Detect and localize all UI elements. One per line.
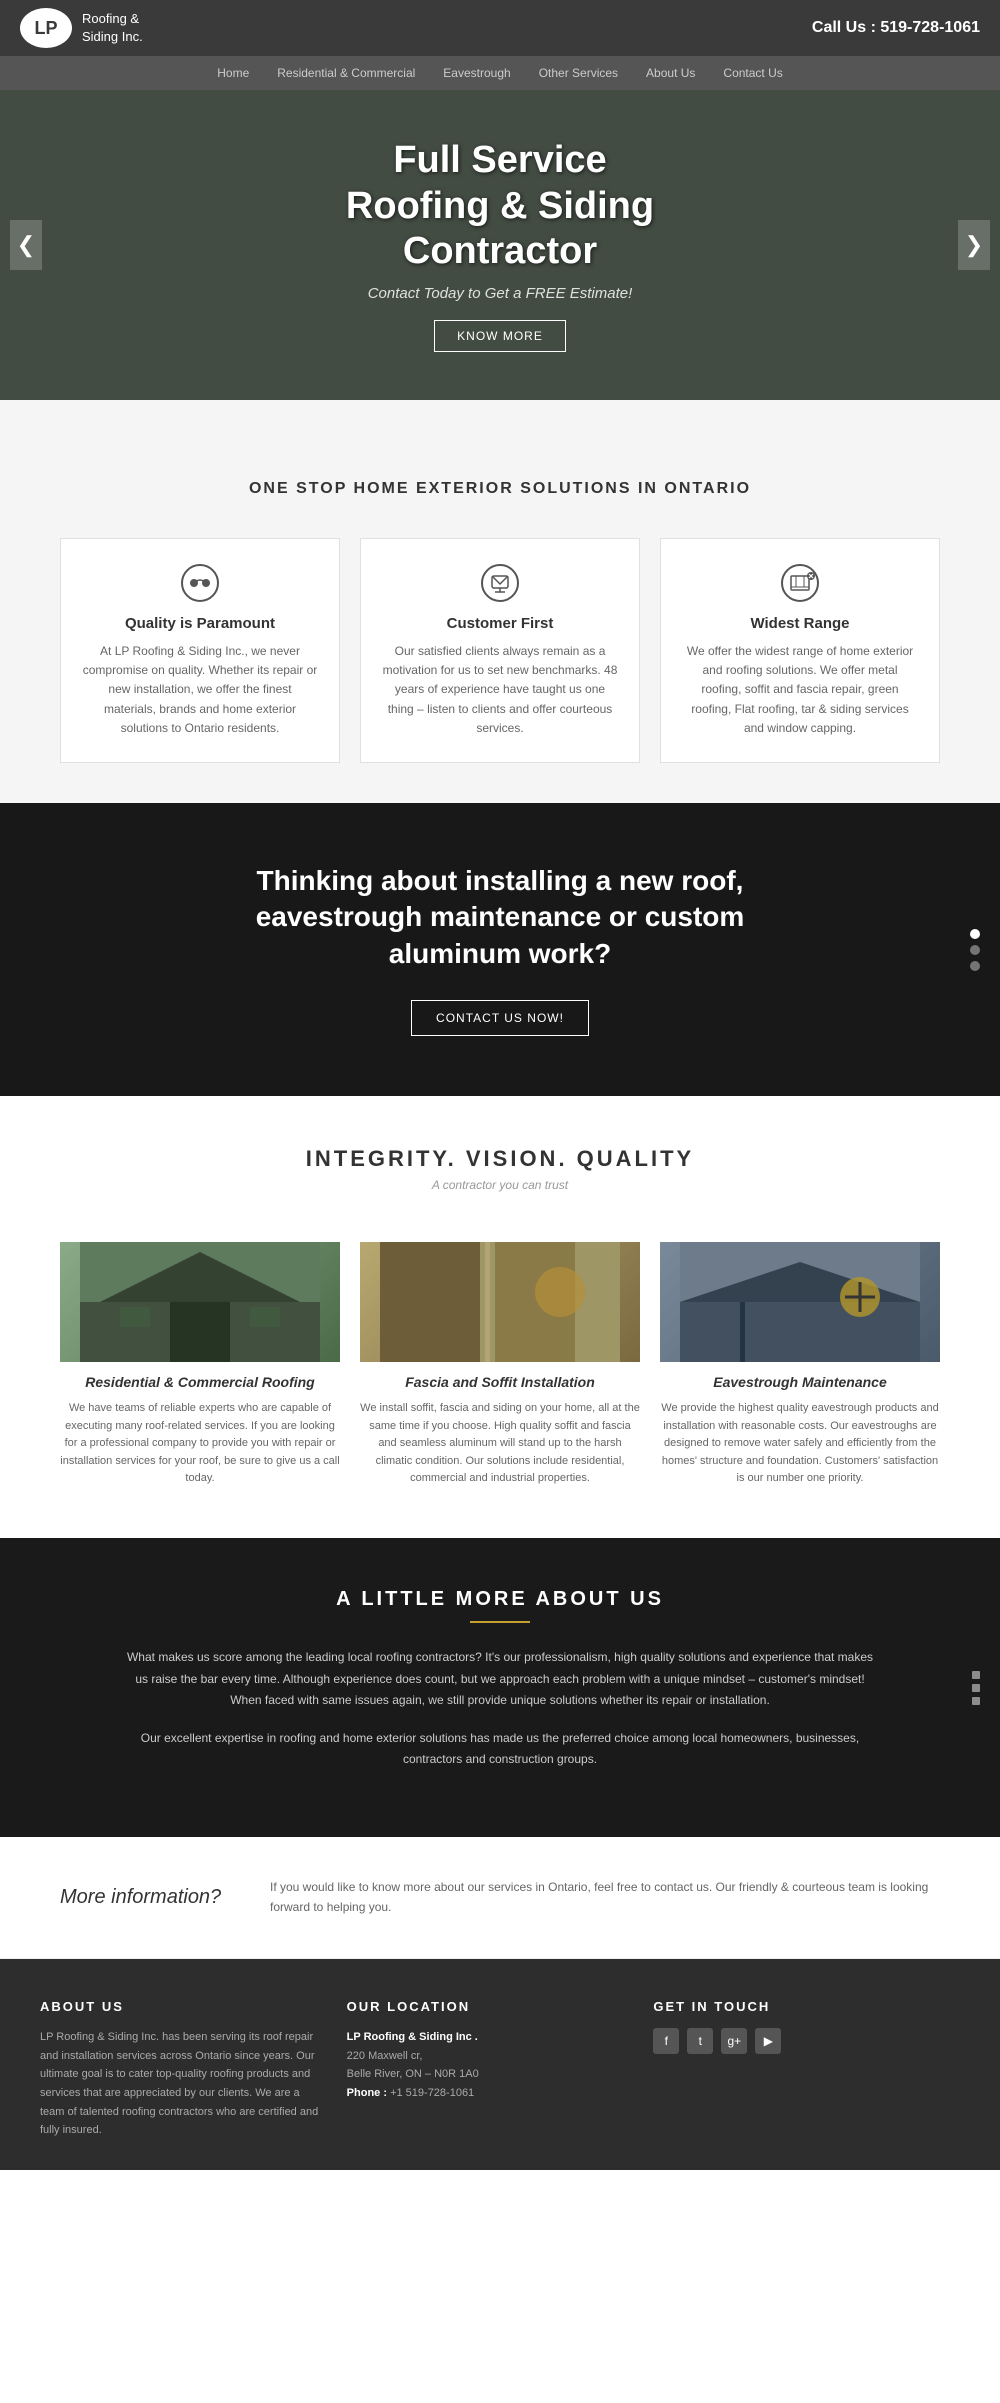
footer-location-title: OUR LOCATION (347, 1999, 634, 2014)
youtube-icon[interactable]: ▶ (755, 2028, 781, 2054)
nav-other-services[interactable]: Other Services (525, 56, 632, 90)
service-eavestrough-text: We provide the highest quality eavestrou… (660, 1400, 940, 1488)
twitter-icon[interactable]: t (687, 2028, 713, 2054)
service-roofing-title: Residential & Commercial Roofing (60, 1374, 340, 1390)
service-roofing: Residential & Commercial Roofing We have… (60, 1242, 340, 1488)
footer-city: Belle River, ON – N0R 1A0 (347, 2068, 479, 2080)
more-info-text: If you would like to know more about our… (270, 1877, 940, 1918)
card-range: Widest Range We offer the widest range o… (660, 538, 940, 763)
hero-subtitle: Contact Today to Get a FREE Estimate! (346, 285, 654, 302)
cta-section: Thinking about installing a new roof, ea… (0, 803, 1000, 1096)
more-info-label: More information? (60, 1886, 240, 1909)
googleplus-icon[interactable]: g+ (721, 2028, 747, 2054)
logo-icon: LP (20, 8, 72, 48)
navigation: Home Residential & Commercial Eavestroug… (0, 56, 1000, 90)
logo-text: Roofing &Siding Inc. (82, 10, 143, 46)
integrity-heading: INTEGRITY. VISION. QUALITY (40, 1146, 960, 1172)
integrity-subtitle: A contractor you can trust (40, 1178, 960, 1192)
nav-home[interactable]: Home (203, 56, 263, 90)
nav-contact[interactable]: Contact Us (709, 56, 796, 90)
section-tagline: ONE STOP HOME EXTERIOR SOLUTIONS IN ONTA… (0, 440, 1000, 518)
about-accent-line (470, 1621, 530, 1623)
facebook-icon[interactable]: f (653, 2028, 679, 2054)
service-eavestrough-image (660, 1242, 940, 1362)
header-phone: Call Us : 519-728-1061 (812, 19, 980, 37)
nav-eavestrough[interactable]: Eavestrough (429, 56, 524, 90)
dot-3 (970, 961, 980, 971)
quality-icon (81, 563, 319, 603)
about-para1: What makes us score among the leading lo… (125, 1647, 875, 1712)
footer-about: ABOUT US LP Roofing & Siding Inc. has be… (40, 1999, 347, 2140)
footer-location: OUR LOCATION LP Roofing & Siding Inc . 2… (347, 1999, 654, 2140)
service-roofing-text: We have teams of reliable experts who ar… (60, 1400, 340, 1488)
service-fascia-image (360, 1242, 640, 1362)
footer-phone: +1 519-728-1061 (390, 2087, 474, 2099)
nav-about[interactable]: About Us (632, 56, 709, 90)
services-row: Residential & Commercial Roofing We have… (0, 1222, 1000, 1538)
about-heading: A LITTLE MORE ABOUT US (80, 1588, 920, 1611)
footer: ABOUT US LP Roofing & Siding Inc. has be… (0, 1959, 1000, 2170)
footer-phone-label: Phone : (347, 2087, 387, 2099)
about-dot-1 (972, 1671, 980, 1679)
card-quality: Quality is Paramount At LP Roofing & Sid… (60, 538, 340, 763)
footer-about-title: ABOUT US (40, 1999, 327, 2014)
about-dot-2 (972, 1684, 980, 1692)
cards-row: Quality is Paramount At LP Roofing & Sid… (0, 518, 1000, 803)
footer-contact: GET IN TOUCH f t g+ ▶ (653, 1999, 960, 2140)
service-eavestrough-title: Eavestrough Maintenance (660, 1374, 940, 1390)
card-customer: Customer First Our satisfied clients alw… (360, 538, 640, 763)
about-section: A LITTLE MORE ABOUT US What makes us sco… (0, 1538, 1000, 1837)
customer-icon (381, 563, 619, 603)
cta-heading: Thinking about installing a new roof, ea… (200, 863, 800, 972)
card-customer-title: Customer First (381, 615, 619, 632)
more-info-section: More information? If you would like to k… (0, 1837, 1000, 1959)
service-roofing-image (60, 1242, 340, 1362)
hero-section: ❮ Full ServiceRoofing & SidingContractor… (0, 90, 1000, 400)
footer-contact-title: GET IN TOUCH (653, 1999, 940, 2014)
header: LP Roofing &Siding Inc. Call Us : 519-72… (0, 0, 1000, 56)
card-range-title: Widest Range (681, 615, 919, 632)
about-dot-3 (972, 1697, 980, 1705)
about-para2: Our excellent expertise in roofing and h… (125, 1728, 875, 1771)
hero-next-button[interactable]: ❯ (958, 220, 990, 270)
dot-1 (970, 929, 980, 939)
card-range-text: We offer the widest range of home exteri… (681, 642, 919, 738)
card-customer-text: Our satisfied clients always remain as a… (381, 642, 619, 738)
footer-about-text: LP Roofing & Siding Inc. has been servin… (40, 2028, 327, 2140)
logo-area: LP Roofing &Siding Inc. (20, 8, 143, 48)
carousel-dots (970, 929, 980, 971)
nav-residential[interactable]: Residential & Commercial (263, 56, 429, 90)
phone-number: Call Us : 519-728-1061 (812, 19, 980, 36)
know-more-button[interactable]: KNOW MORE (434, 320, 566, 352)
integrity-section: INTEGRITY. VISION. QUALITY A contractor … (0, 1096, 1000, 1222)
contact-us-button[interactable]: CONTACT US NOW! (411, 1000, 589, 1036)
hero-title: Full ServiceRoofing & SidingContractor (346, 138, 654, 275)
card-quality-title: Quality is Paramount (81, 615, 319, 632)
hero-content: Full ServiceRoofing & SidingContractor C… (346, 138, 654, 352)
service-fascia-text: We install soffit, fascia and siding on … (360, 1400, 640, 1488)
card-quality-text: At LP Roofing & Siding Inc., we never co… (81, 642, 319, 738)
social-icons: f t g+ ▶ (653, 2028, 940, 2054)
service-fascia: Fascia and Soffit Installation We instal… (360, 1242, 640, 1488)
dot-2 (970, 945, 980, 955)
hero-prev-button[interactable]: ❮ (10, 220, 42, 270)
service-fascia-title: Fascia and Soffit Installation (360, 1374, 640, 1390)
service-eavestrough: Eavestrough Maintenance We provide the h… (660, 1242, 940, 1488)
footer-location-company: LP Roofing & Siding Inc . 220 Maxwell cr… (347, 2028, 634, 2103)
footer-address: 220 Maxwell cr, (347, 2050, 423, 2062)
about-side-dots (972, 1671, 980, 1705)
range-icon (681, 563, 919, 603)
